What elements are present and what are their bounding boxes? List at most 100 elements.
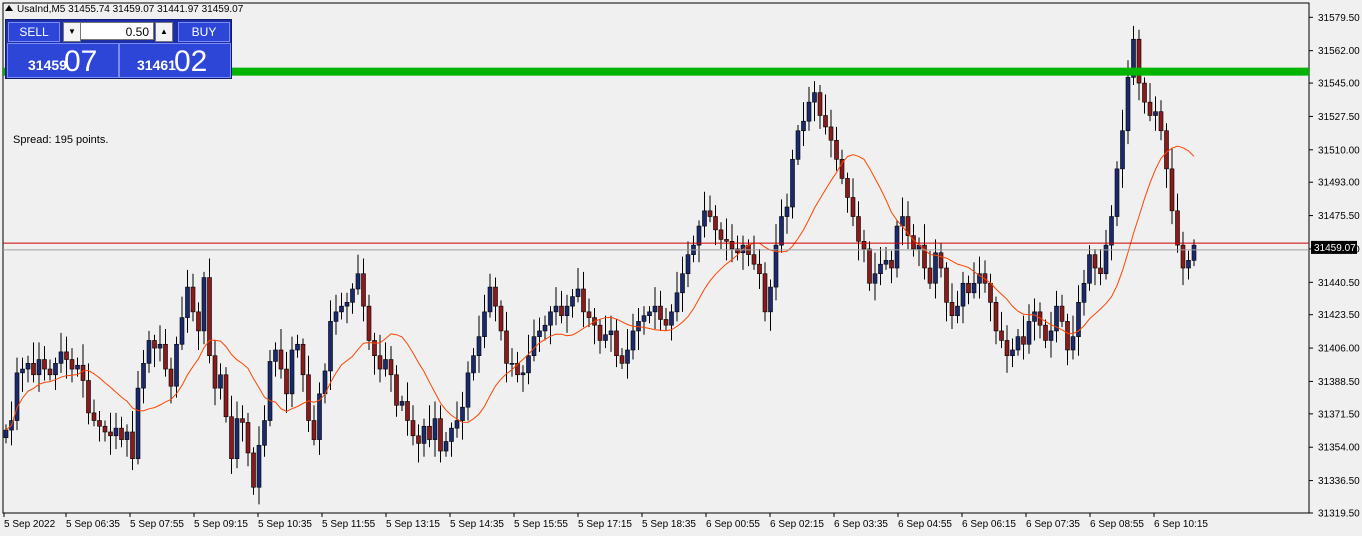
candle-body — [69, 359, 75, 370]
candle-body — [361, 273, 366, 307]
buy-price-major: 31461 — [137, 57, 176, 73]
candle-body — [64, 351, 69, 360]
candle-body — [405, 401, 410, 421]
candle-body — [47, 368, 53, 376]
y-tick-label: 31475.50 — [1318, 211, 1360, 222]
y-tick-label: 31336.50 — [1318, 476, 1360, 487]
candle-body — [905, 216, 911, 236]
x-tick-label: 5 Sep 10:35 — [258, 519, 312, 530]
candle-body — [559, 305, 564, 316]
candle-body — [460, 406, 465, 421]
candle-body — [927, 267, 933, 284]
candle-body — [911, 235, 916, 250]
one-click-trading-panel: SELL ▼ 0.50 ▲ BUY 31459 07 31461 02 — [5, 19, 232, 79]
candle-body — [784, 206, 790, 217]
candle-body — [152, 340, 157, 349]
sell-price-box[interactable]: 31459 07 — [7, 43, 119, 78]
candle-body — [185, 286, 190, 318]
candle-body — [31, 363, 36, 376]
candle-body — [130, 431, 135, 459]
y-tick-label: 31354.00 — [1318, 443, 1360, 454]
buy-price-box[interactable]: 31461 02 — [119, 43, 231, 78]
candle-body — [856, 216, 861, 242]
candle-body — [174, 343, 179, 387]
candle-body — [1125, 77, 1131, 132]
candle-body — [223, 374, 229, 418]
candle-body — [80, 364, 86, 381]
candle-body — [509, 363, 515, 365]
candle-body — [658, 305, 663, 320]
y-tick-label: 31579.50 — [1318, 13, 1360, 24]
candle-body — [487, 286, 493, 313]
candle-body — [795, 130, 801, 160]
candle-body — [410, 420, 416, 437]
candle-body — [251, 452, 256, 488]
candle-body — [685, 254, 691, 275]
volume-input[interactable]: 0.50 — [80, 22, 154, 40]
x-tick-label: 6 Sep 07:35 — [1026, 519, 1080, 530]
candle-body — [388, 359, 394, 376]
candle-body — [828, 126, 834, 141]
candle-body — [273, 349, 278, 362]
candle-body — [1180, 244, 1186, 269]
candle-body — [861, 241, 867, 250]
candle-body — [119, 427, 124, 440]
candle-body — [267, 361, 273, 421]
x-tick-label: 5 Sep 11:55 — [322, 519, 376, 530]
candle-body — [234, 418, 240, 459]
candle-body — [1043, 324, 1048, 341]
candle-body — [278, 349, 284, 370]
candle-body — [894, 225, 900, 269]
candle-body — [1191, 244, 1197, 261]
candle-body — [817, 92, 823, 116]
candle-body — [295, 343, 300, 351]
candle-body — [586, 311, 592, 318]
candle-body — [652, 305, 658, 313]
candle-body — [993, 302, 999, 332]
chart-area — [2, 2, 1310, 514]
candle-body — [1158, 111, 1164, 132]
candle-body — [366, 305, 372, 341]
candle-body — [641, 315, 647, 322]
candle-body — [806, 101, 812, 122]
price-chart[interactable]: 31579.50 31562.00 31545.00 31527.50 31510.00… — [0, 0, 1362, 536]
y-tick-label: 31388.50 — [1318, 377, 1360, 388]
candle-body — [553, 305, 559, 313]
candle-body — [108, 431, 113, 437]
x-tick-label: 5 Sep 15:55 — [514, 519, 568, 530]
candle-body — [548, 311, 553, 326]
candle-body — [625, 349, 630, 364]
y-tick-label: 31423.50 — [1318, 310, 1360, 321]
candle-body — [619, 355, 625, 364]
x-tick-label: 6 Sep 06:15 — [962, 519, 1016, 530]
candle-body — [597, 324, 603, 341]
candle-body — [938, 252, 944, 269]
collapse-triangle-icon[interactable] — [5, 5, 13, 11]
candle-body — [1081, 282, 1087, 303]
candle-body — [1087, 254, 1092, 284]
volume-up-icon[interactable]: ▲ — [155, 22, 173, 42]
candle-body — [256, 445, 262, 488]
candle-body — [850, 197, 856, 217]
x-tick-label: 5 Sep 14:35 — [450, 519, 504, 530]
candle-body — [339, 305, 344, 313]
candle-body — [564, 305, 570, 316]
candle-body — [91, 412, 97, 421]
candle-body — [212, 355, 218, 389]
symbol-header: UsaInd,M5 31455.74 31459.07 31441.97 314… — [5, 4, 243, 15]
x-tick-label: 6 Sep 03:35 — [834, 519, 888, 530]
candle-body — [190, 286, 196, 313]
x-tick-label: 5 Sep 07:55 — [130, 519, 184, 530]
y-tick-label: 31510.00 — [1318, 145, 1360, 156]
volume-down-icon[interactable]: ▼ — [63, 22, 81, 42]
candle-body — [416, 435, 421, 444]
candle-body — [383, 359, 388, 370]
candle-body — [790, 159, 795, 208]
candle-body — [1153, 111, 1158, 116]
candle-body — [201, 277, 207, 332]
candle-body — [240, 418, 245, 423]
buy-button[interactable]: BUY — [178, 22, 230, 42]
x-tick-label: 6 Sep 02:15 — [770, 519, 824, 530]
sell-button[interactable]: SELL — [8, 22, 60, 42]
candle-body — [449, 427, 454, 442]
